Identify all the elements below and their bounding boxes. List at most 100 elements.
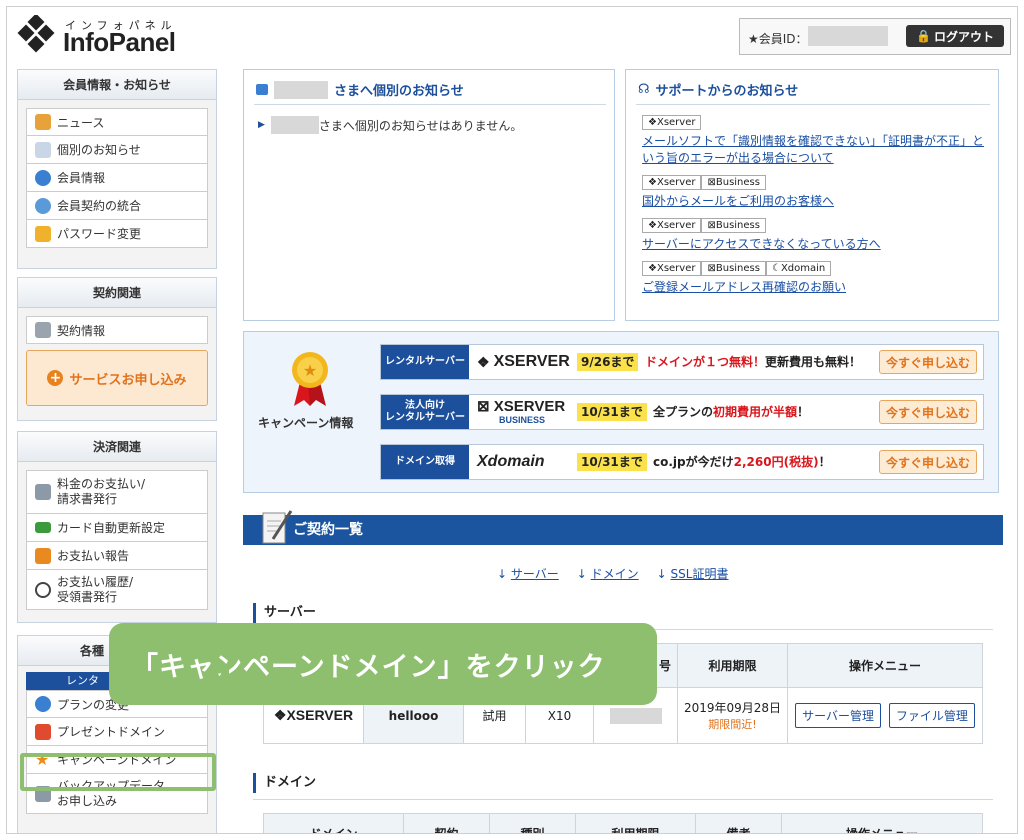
tag-business: ⊠Business [701,175,766,190]
lock-icon: 🔒 [916,29,931,43]
member-id-box: ★会員ID： 🔒 ログアウト [739,18,1011,55]
sidebar-item-contract-info[interactable]: 契約情報 [26,316,208,344]
arrow-right-icon: ▶ [258,120,265,130]
refresh-icon [35,696,51,712]
tag-xserver: ❖Xserver [642,175,702,190]
contract-anchor-links: ↓ サーバー ↓ ドメイン ↓ SSL証明書 [497,565,728,582]
user-icon [35,169,51,186]
sidebar-item-personal-notice[interactable]: 個別のお知らせ [26,136,208,164]
campaign-tag: ドメイン取得 [381,445,469,479]
medal-icon: ★ [288,348,332,408]
xdomain-logo: Xdomain [477,453,545,470]
svg-text:★: ★ [303,361,317,380]
server-section-title: サーバー [253,603,316,623]
sidebar-item-card-renewal[interactable]: カード自動更新設定 [26,514,208,542]
campaign-row-business: 法人向け レンタルサーバー ⊠ XSERVER BUSINESS 10/31まで… [380,394,984,430]
pen-icon [35,322,51,338]
card-icon [35,522,51,533]
tag-business: ⊠Business [701,261,766,276]
lock-icon [35,225,51,242]
tag-xdomain: ☾Xdomain [765,261,832,276]
logout-button[interactable]: 🔒 ログアウト [906,25,1004,47]
tag-xserver: ❖Xserver [642,261,702,276]
sidebar-item-present-domain[interactable]: プレゼントドメイン [26,718,208,746]
table-header-expiry: 利用期限 [677,643,788,688]
campaign-apply-button[interactable]: 今すぐ申し込む [879,350,977,374]
infopanel-page: インフォパネル InfoPanel ★会員ID： 🔒 ログアウト 会員情報・お知… [6,6,1018,834]
personal-notice-title-text: さまへ個別のお知らせ [334,84,464,99]
domain-section-title: ドメイン [253,773,316,793]
document-pen-icon [259,507,293,547]
support-notice-list: ❖Xserver メールソフトで「識別情報を確認できない」「証明書が不正」という… [642,115,988,296]
users-icon [35,197,51,214]
sidebar-item-label: カード自動更新設定 [57,521,166,535]
campaign-text: ドメインが１つ無料！更新費用も無料！ [645,355,862,369]
support-notice-title: ☊ サポートからのお知らせ [638,80,798,99]
key-icon [35,114,51,130]
masked-name [274,80,328,99]
sidebar-item-label: 会員情報 [57,171,106,185]
calculator-icon [35,484,51,500]
sidebar-item-label: ニュース [57,115,105,130]
sidebar-item-label: 個別のお知らせ [57,143,141,157]
sidebar-item-merge-contract[interactable]: 会員契約の統合 [26,192,208,220]
anchor-ssl[interactable]: ↓ SSL証明書 [657,565,729,582]
service-apply-label: サービスお申し込み [69,372,187,388]
logo-text: InfoPanel [63,27,176,57]
logout-label: ログアウト [933,29,994,44]
support-notice-link[interactable]: メールソフトで「識別情報を確認できない」「証明書が不正」という旨のエラーが出る場… [642,133,988,167]
personal-notice-message: ▶ さまへ個別のお知らせはありません。 [258,116,522,134]
panel-title: 決済関連 [18,432,216,462]
support-notice-link[interactable]: ご登録メールアドレス再確認のお願い [642,279,988,296]
plus-icon: + [47,370,64,386]
anchor-domain[interactable]: ↓ ドメイン [577,565,639,582]
sidebar-item-label: お支払い履歴/ 受領書発行 [57,574,134,604]
divider [253,799,993,800]
support-notice-item: ❖Xserver メールソフトで「識別情報を確認できない」「証明書が不正」という… [642,115,988,167]
contract-list-header: ご契約一覧 [243,515,1003,545]
sidebar-item-payment-report[interactable]: お支払い報告 [26,542,208,570]
campaign-text: co.jpが今だけ2,260円(税抜)！ [653,455,831,469]
support-notice-item: ❖Xserver ⊠Business サーバーにアクセスできなくなっている方へ [642,218,988,253]
personal-notice-title: さまへ個別のお知らせ [256,80,464,99]
xserver-business-logo: ⊠ XSERVER BUSINESS [477,398,566,426]
domain-header: ドメイン [263,813,404,833]
notice-icon [256,84,268,95]
panel-title: 契約関連 [18,278,216,308]
sidebar-item-payment[interactable]: 料金のお支払い/ 請求書発行 [26,470,208,514]
server-expiry: 2019年09月28日 期限間近! [677,687,788,744]
anchor-server[interactable]: ↓ サーバー [497,565,559,582]
campaign-row-xserver: レンタルサーバー ❖ XSERVER 9/26まで ドメインが１つ無料！更新費用も… [380,344,984,380]
server-manage-button[interactable]: サーバー管理 [795,703,882,728]
member-id-masked [808,26,888,46]
campaign-date: 9/26まで [577,353,639,371]
domain-header: 契約 [403,813,490,833]
xserver-logo: ❖ XSERVER [477,353,570,370]
table-header-menu: 操作メニュー [787,643,983,688]
sidebar-item-label: パスワード変更 [57,227,142,241]
server-actions: サーバー管理 ファイル管理 [787,687,983,744]
tag-xserver: ❖Xserver [642,218,702,233]
domain-header: 備考 [695,813,782,833]
sidebar-item-label: 会員契約の統合 [57,199,142,213]
panel-title: 会員情報・お知らせ [18,70,216,100]
panel-member-info: 会員情報・お知らせ ニュース 個別のお知らせ 会員情報 会員契約の統合 パスワー… [17,69,217,269]
sidebar-item-news[interactable]: ニュース [26,108,208,136]
support-notice-link[interactable]: 国外からメールをご利用のお客様へ [642,193,988,210]
support-notice-panel: ☊ サポートからのお知らせ ❖Xserver メールソフトで「識別情報を確認でき… [625,69,999,321]
masked-name [270,116,319,134]
sidebar-item-password[interactable]: パスワード変更 [26,220,208,248]
sidebar-item-payment-history[interactable]: お支払い履歴/ 受領書発行 [26,570,208,610]
campaign-apply-button[interactable]: 今すぐ申し込む [879,400,977,424]
campaign-date: 10/31まで [577,403,647,421]
domain-table: ドメイン 契約 種別 利用期限 備考 操作メニュー [263,813,983,833]
campaign-apply-button[interactable]: 今すぐ申し込む [879,450,977,474]
campaign-text: 全プランの初期費用が半額！ [653,405,810,419]
file-manage-button[interactable]: ファイル管理 [888,703,975,728]
document-icon [35,141,51,158]
service-apply-button[interactable]: + サービスお申し込み [26,350,208,406]
divider [254,104,606,105]
sidebar-item-member-info[interactable]: 会員情報 [26,164,208,192]
campaign-tag: レンタルサーバー [381,345,469,379]
support-notice-link[interactable]: サーバーにアクセスできなくなっている方へ [642,236,988,253]
